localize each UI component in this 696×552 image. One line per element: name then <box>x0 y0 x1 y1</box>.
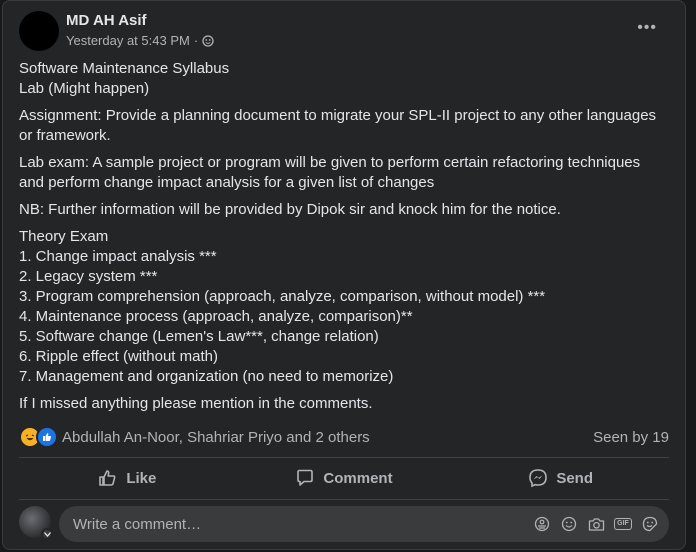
post-line: 4. Maintenance process (approach, analyz… <box>19 308 413 325</box>
commenter-avatar[interactable] <box>19 506 53 540</box>
seen-by-count[interactable]: Seen by 19 <box>593 429 669 446</box>
post-paragraph: If I missed anything please mention in t… <box>19 394 669 414</box>
send-button[interactable]: Send <box>452 458 669 498</box>
author-avatar[interactable] <box>19 11 59 51</box>
post-card: MD AH Asif Yesterday at 5:43 PM · ••• So… <box>2 0 686 550</box>
friends-audience-icon[interactable] <box>202 34 214 47</box>
comment-box: GIF <box>59 506 669 542</box>
post-line: 1. Change impact analysis *** <box>19 248 217 265</box>
post-line: NB: Further information will be provided… <box>19 201 561 218</box>
divider <box>19 499 669 500</box>
reactions-bar: Abdullah An-Noor, Shahriar Priyo and 2 o… <box>19 425 669 449</box>
avatar-sticker-icon[interactable] <box>533 515 551 533</box>
post-line: 2. Legacy system *** <box>19 268 158 285</box>
post-paragraph: Theory Exam 1. Change impact analysis ***… <box>19 227 669 387</box>
emoji-icon[interactable] <box>560 515 578 533</box>
post-line: Lab exam: A sample project or program wi… <box>19 154 641 191</box>
post-line: If I missed anything please mention in t… <box>19 395 373 412</box>
thumbs-up-icon <box>99 470 116 486</box>
author-name[interactable]: MD AH Asif <box>66 12 147 29</box>
comment-button[interactable]: Comment <box>236 458 453 498</box>
post-body: Software Maintenance Syllabus Lab (Might … <box>19 59 669 421</box>
post-line: Assignment: Provide a planning document … <box>19 107 657 144</box>
post-paragraph: Lab exam: A sample project or program wi… <box>19 153 669 193</box>
chevron-down-icon[interactable] <box>41 528 53 540</box>
action-bar: Like Comment Send <box>19 458 669 498</box>
reaction-icons[interactable] <box>19 426 58 448</box>
like-label: Like <box>126 469 157 487</box>
reactor-names[interactable]: Abdullah An-Noor, Shahriar Priyo and 2 o… <box>62 429 370 446</box>
sticker-icon[interactable] <box>641 515 659 533</box>
post-line: Software Maintenance Syllabus <box>19 60 230 77</box>
post-line: 5. Software change (Lemen's Law***, chan… <box>19 328 379 345</box>
post-line: 7. Management and organization (no need … <box>19 368 394 385</box>
meta-separator: · <box>193 33 199 48</box>
post-meta: Yesterday at 5:43 PM · <box>66 33 214 48</box>
comment-label: Comment <box>323 469 393 487</box>
post-paragraph: Software Maintenance Syllabus Lab (Might … <box>19 59 669 99</box>
post-paragraph: Assignment: Provide a planning document … <box>19 106 669 146</box>
like-icon <box>36 426 58 448</box>
gif-icon[interactable]: GIF <box>614 515 632 533</box>
comment-tools: GIF <box>533 515 659 533</box>
post-line: 3. Program comprehension (approach, anal… <box>19 288 546 305</box>
comment-bubble-icon <box>297 469 314 486</box>
post-paragraph: NB: Further information will be provided… <box>19 200 669 220</box>
more-options-icon[interactable]: ••• <box>637 19 657 37</box>
post-time[interactable]: Yesterday at 5:43 PM <box>66 33 190 48</box>
post-line: Theory Exam <box>19 228 109 245</box>
send-label: Send <box>556 469 594 487</box>
camera-icon[interactable] <box>587 515 605 533</box>
comment-input[interactable] <box>71 514 533 534</box>
like-button[interactable]: Like <box>19 458 236 498</box>
post-line: 6. Ripple effect (without math) <box>19 348 218 365</box>
messenger-icon <box>529 469 548 488</box>
post-line: Lab (Might happen) <box>19 80 150 97</box>
